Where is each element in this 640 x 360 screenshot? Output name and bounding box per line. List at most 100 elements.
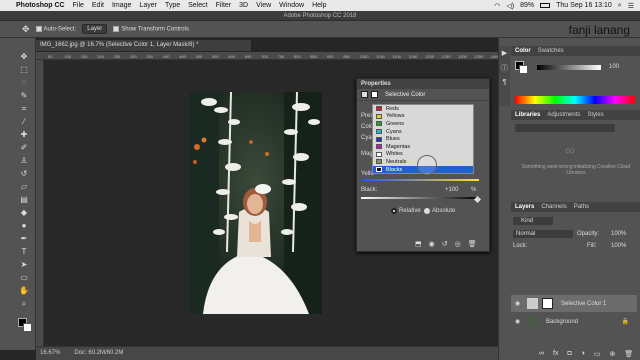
tab-libraries[interactable]: Libraries xyxy=(515,110,540,120)
menu-filter[interactable]: Filter xyxy=(216,2,232,9)
hand-tool-icon[interactable]: ✋ xyxy=(18,286,30,296)
tab-layers[interactable]: Layers xyxy=(515,202,534,212)
dropdown-item-reds[interactable]: Reds xyxy=(373,105,473,113)
background-color-swatch[interactable] xyxy=(23,323,32,332)
zoom-tool-icon[interactable]: ⌕ xyxy=(18,299,30,309)
relative-radio[interactable]: Relative xyxy=(391,208,421,214)
photo-canvas[interactable] xyxy=(189,92,322,314)
battery-icon[interactable] xyxy=(540,3,551,8)
adjustment-name: Selective Color xyxy=(385,91,426,98)
menu-3d[interactable]: 3D xyxy=(239,2,248,9)
new-layer-icon[interactable]: ⊕ xyxy=(610,350,616,358)
eyedropper-tool-icon[interactable]: ⁄ xyxy=(18,117,30,127)
notification-icon[interactable]: ☰ xyxy=(628,2,634,10)
menu-image[interactable]: Image xyxy=(112,2,131,9)
path-select-tool-icon[interactable]: ➤ xyxy=(18,260,30,270)
brush-tool-icon[interactable]: ✐ xyxy=(18,143,30,153)
opacity-value[interactable]: 100% xyxy=(611,231,626,237)
dropdown-item-cyans[interactable]: Cyans xyxy=(373,128,473,136)
menu-edit[interactable]: Edit xyxy=(92,2,104,9)
layer-row-selective-color[interactable]: ◉ Selective Color 1 xyxy=(511,295,637,312)
dodge-tool-icon[interactable]: ● xyxy=(18,221,30,231)
spotlight-icon[interactable]: ⌕ xyxy=(618,2,622,10)
absolute-radio[interactable]: Absolute xyxy=(424,208,455,214)
color-slider[interactable] xyxy=(537,65,601,70)
app-menu[interactable]: Photoshop CC xyxy=(16,2,65,9)
color-spectrum[interactable] xyxy=(515,96,635,104)
dropdown-item-blues[interactable]: Blues xyxy=(373,135,473,143)
blend-mode-select[interactable]: Normal xyxy=(513,230,573,238)
gradient-tool-icon[interactable]: ▤ xyxy=(18,195,30,205)
dropdown-item-greens[interactable]: Greens xyxy=(373,120,473,128)
show-transform-checkbox[interactable]: Show Transform Controls xyxy=(113,25,189,32)
mask-icon[interactable] xyxy=(371,91,378,98)
auto-select-target[interactable]: Layer xyxy=(82,24,108,34)
wifi-icon[interactable]: ◠ xyxy=(494,2,500,10)
ruler-tick-label: 100 xyxy=(64,54,71,59)
menu-help[interactable]: Help xyxy=(312,2,326,9)
menu-window[interactable]: Window xyxy=(279,2,304,9)
tab-swatches[interactable]: Swatches xyxy=(538,46,564,56)
reset-icon[interactable]: ↺ xyxy=(442,240,448,248)
clip-layer-icon[interactable]: ⬒ xyxy=(415,240,422,248)
link-layers-icon[interactable]: ∞ xyxy=(539,350,544,358)
auto-select-checkbox[interactable]: Auto-Select: xyxy=(35,25,76,32)
menu-type[interactable]: Type xyxy=(165,2,180,9)
layer-mask-thumb[interactable] xyxy=(542,298,553,309)
tab-adjustments[interactable]: Adjustments xyxy=(547,110,580,120)
eye-icon[interactable]: ◉ xyxy=(515,318,520,325)
ruler-tick-label: 500 xyxy=(196,54,203,59)
library-select[interactable] xyxy=(515,124,615,132)
brush-settings-icon[interactable]: ¶ xyxy=(499,79,510,86)
pen-tool-icon[interactable]: ✒ xyxy=(18,234,30,244)
tab-paths[interactable]: Paths xyxy=(574,202,589,212)
history-icon[interactable]: ▶ xyxy=(499,49,510,57)
shape-tool-icon[interactable]: ▭ xyxy=(18,273,30,283)
color-value[interactable]: 100 xyxy=(609,64,619,70)
zoom-level[interactable]: 16.67% xyxy=(40,347,60,360)
yellow-slider[interactable] xyxy=(361,179,479,181)
visibility-icon[interactable]: ◎ xyxy=(455,240,461,248)
color-bg-swatch[interactable] xyxy=(519,65,528,74)
menu-layer[interactable]: Layer xyxy=(139,2,157,9)
lasso-tool-icon[interactable]: ◌ xyxy=(18,78,30,88)
menu-select[interactable]: Select xyxy=(188,2,207,9)
fill-value[interactable]: 100% xyxy=(611,243,626,249)
dropdown-item-magentas[interactable]: Magentas xyxy=(373,143,473,151)
healing-tool-icon[interactable]: ✚ xyxy=(18,130,30,140)
fx-icon[interactable]: fx xyxy=(553,350,558,358)
history-brush-tool-icon[interactable]: ↺ xyxy=(18,169,30,179)
delete-layer-icon[interactable]: 🗑 xyxy=(624,350,633,358)
layer-row-background[interactable]: ◉ Background 🔒 xyxy=(511,313,637,330)
black-slider[interactable] xyxy=(361,197,479,199)
blur-tool-icon[interactable]: ◆ xyxy=(18,208,30,218)
clone-stamp-tool-icon[interactable]: ♙ xyxy=(18,156,30,166)
document-tab[interactable]: IMG_1662.jpg @ 16.7% (Selective Color 1,… xyxy=(36,40,252,51)
clock[interactable]: Thu Sep 16 13:10 xyxy=(556,2,612,9)
marquee-tool-icon[interactable]: ⬚ xyxy=(18,65,30,75)
crop-tool-icon[interactable]: ⌗ xyxy=(18,104,30,114)
ruler-ticks: 50 100 150 200 250 300 350 400 450 500 550 600 650 70… xyxy=(48,54,500,59)
dropdown-item-yellows[interactable]: Yellows xyxy=(373,113,473,121)
volume-icon[interactable]: ◁) xyxy=(506,2,514,10)
new-adjustment-icon[interactable]: ◑ xyxy=(581,350,585,358)
tab-styles[interactable]: Styles xyxy=(587,110,603,120)
type-tool-icon[interactable]: T xyxy=(18,247,30,257)
tab-color[interactable]: Color xyxy=(515,46,531,56)
quick-select-tool-icon[interactable]: ✎ xyxy=(18,91,30,101)
black-value[interactable]: +100 xyxy=(445,187,459,193)
move-tool-icon[interactable]: ✥ xyxy=(18,52,30,62)
tab-channels[interactable]: Channels xyxy=(541,202,566,212)
black-slider-handle[interactable] xyxy=(473,195,482,204)
menu-view[interactable]: View xyxy=(256,2,271,9)
eye-icon[interactable]: ◉ xyxy=(515,300,520,307)
menu-file[interactable]: File xyxy=(73,2,84,9)
view-previous-icon[interactable]: ◉ xyxy=(429,240,435,248)
new-group-icon[interactable]: ▭ xyxy=(594,350,601,358)
delete-icon[interactable]: 🗑 xyxy=(468,240,477,248)
eraser-tool-icon[interactable]: ▱ xyxy=(18,182,30,192)
colors-dropdown[interactable]: Reds Yellows Greens Cyans Blues Magentas… xyxy=(372,104,474,175)
layer-filter-kind[interactable]: Kind xyxy=(513,217,553,225)
actions-icon[interactable]: ⓘ xyxy=(499,63,510,73)
add-mask-icon[interactable]: ◘ xyxy=(567,350,571,358)
